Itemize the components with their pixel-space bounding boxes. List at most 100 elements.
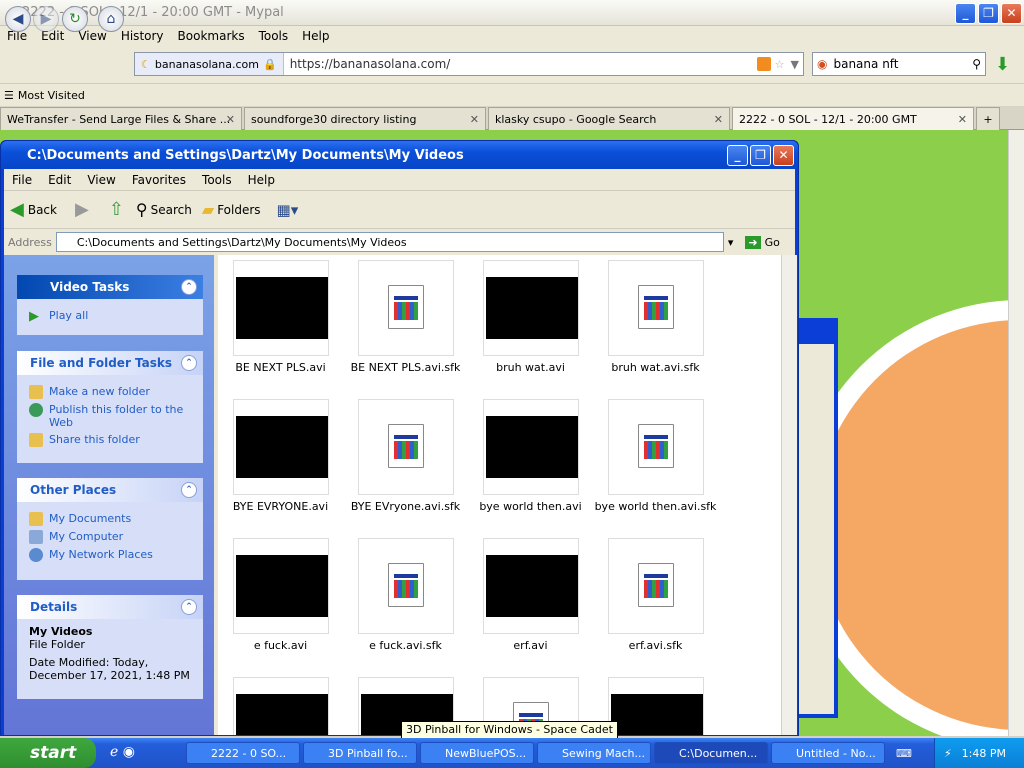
publish-folder-link[interactable]: Publish this folder to the Web	[29, 403, 193, 429]
bookmark-star-icon[interactable]: ☆	[775, 58, 785, 71]
background-window[interactable]	[793, 318, 838, 718]
my-documents-link[interactable]: My Documents	[29, 512, 193, 526]
menu-help[interactable]: Help	[295, 29, 336, 43]
folders-button[interactable]: ▰ Folders	[202, 200, 261, 219]
make-new-folder-link[interactable]: Make a new folder	[29, 385, 193, 399]
file-name: bruh wat.avi	[496, 361, 565, 374]
file-item[interactable]: bye world then.avi.sfk	[593, 394, 718, 524]
network-icon	[29, 548, 43, 562]
file-item[interactable]: e fuck.avi	[218, 533, 343, 663]
collapse-icon[interactable]: ⌃	[181, 279, 197, 295]
download-arrow-icon[interactable]: ⬇	[995, 54, 1010, 75]
forward-arrow-icon[interactable]: ▶	[33, 6, 59, 32]
menu-edit[interactable]: Edit	[34, 29, 71, 43]
site-identity[interactable]: ☾ bananasolana.com 🔒	[135, 53, 284, 75]
url-dropdown-icon[interactable]: ▼	[791, 58, 799, 71]
collapse-icon[interactable]: ⌃	[181, 599, 197, 615]
file-item[interactable]: BYE EVryone.avi.sfk	[343, 394, 468, 524]
search-box[interactable]: ◉ banana nft ⚲	[812, 52, 986, 76]
explorer-menu-tools[interactable]: Tools	[194, 173, 240, 187]
tray-network-icon[interactable]: ⚡	[944, 747, 952, 760]
other-places-header[interactable]: Other Places ⌃	[17, 478, 203, 502]
search-input[interactable]: banana nft	[833, 57, 966, 71]
explorer-menu-help[interactable]: Help	[240, 173, 283, 187]
share-folder-link[interactable]: Share this folder	[29, 433, 193, 447]
browser-menu-bar: File Edit View History Bookmarks Tools H…	[0, 26, 1024, 46]
taskbar-button-newblue[interactable]: NewBluePOS...	[420, 742, 534, 764]
close-tab-icon[interactable]: ✕	[226, 113, 235, 126]
file-item[interactable]: BE NEXT PLS.avi.sfk	[343, 255, 468, 385]
most-visited-link[interactable]: Most Visited	[18, 89, 85, 102]
explorer-menu-edit[interactable]: Edit	[40, 173, 79, 187]
menu-tools[interactable]: Tools	[252, 29, 296, 43]
go-button[interactable]: ➜ Go	[745, 235, 780, 249]
explorer-maximize-button[interactable]: ❐	[750, 145, 771, 166]
views-icon[interactable]: ▦▾	[277, 201, 299, 219]
tooltip: 3D Pinball for Windows - Space Cadet	[401, 721, 618, 739]
close-tab-icon[interactable]: ✕	[714, 113, 723, 126]
address-dropdown-icon[interactable]: ▾	[728, 236, 734, 249]
rss-icon[interactable]	[756, 57, 771, 71]
tab-soundforge[interactable]: soundforge30 directory listing ✕	[244, 107, 486, 130]
quick-launch-ie-icon[interactable]: ℯ ◉	[110, 744, 135, 760]
up-folder-icon[interactable]: ⇧	[109, 199, 124, 220]
taskbar-button-browser[interactable]: 2222 - 0 SO...	[186, 742, 300, 764]
file-item[interactable]: e fuck.avi.sfk	[343, 533, 468, 663]
panel-title: File and Folder Tasks	[30, 356, 173, 370]
explorer-close-button[interactable]: ✕	[773, 145, 794, 166]
page-scrollbar[interactable]	[1008, 130, 1024, 736]
file-item[interactable]: bruh wat.avi	[468, 255, 593, 385]
taskbar-button-notepad[interactable]: Untitled - No...	[771, 742, 885, 764]
file-item[interactable]: BYE EVRYONE.avi	[218, 394, 343, 524]
file-item[interactable]: BE NEXT PLS.avi	[218, 255, 343, 385]
search-button[interactable]: ⚲ Search	[136, 200, 192, 219]
file-list-scrollbar[interactable]	[781, 255, 797, 735]
play-all-link[interactable]: ▶ Play all	[29, 309, 193, 324]
back-arrow-icon[interactable]: ◀	[5, 6, 31, 32]
taskbar-button-pinball[interactable]: 3D Pinball fo...	[303, 742, 417, 764]
url-bar[interactable]: ☾ bananasolana.com 🔒 https://bananasolan…	[134, 52, 804, 76]
explorer-minimize-button[interactable]: _	[727, 145, 748, 166]
collapse-icon[interactable]: ⌃	[181, 482, 197, 498]
file-folder-tasks-panel: File and Folder Tasks ⌃ Make a new folder…	[17, 351, 203, 463]
address-input[interactable]: C:\Documents and Settings\Dartz\My Docum…	[55, 232, 724, 252]
explorer-menu-file[interactable]: File	[4, 173, 40, 187]
collapse-icon[interactable]: ⌃	[181, 355, 197, 371]
file-item[interactable]: erf.avi.sfk	[593, 533, 718, 663]
file-item[interactable]: erf.avi	[468, 533, 593, 663]
file-item[interactable]: bye world then.avi	[468, 394, 593, 524]
search-icon[interactable]: ⚲	[972, 57, 981, 71]
video-tasks-header[interactable]: Video Tasks ⌃	[17, 275, 203, 299]
taskbar-button-explorer[interactable]: C:\Documen...	[654, 742, 768, 764]
new-tab-button[interactable]: +	[976, 107, 1000, 130]
minimize-button[interactable]: _	[955, 3, 976, 24]
clock[interactable]: 1:48 PM	[962, 747, 1006, 760]
forward-icon[interactable]: ▶	[75, 199, 89, 220]
my-network-places-link[interactable]: My Network Places	[29, 548, 193, 562]
home-icon[interactable]: ⌂	[98, 6, 124, 32]
close-tab-icon[interactable]: ✕	[958, 113, 967, 126]
maximize-button[interactable]: ❐	[978, 3, 999, 24]
explorer-menu-favorites[interactable]: Favorites	[124, 173, 194, 187]
file-folder-tasks-header[interactable]: File and Folder Tasks ⌃	[17, 351, 203, 375]
reload-icon[interactable]: ↻	[62, 6, 88, 32]
file-item[interactable]: bruh wat.avi.sfk	[593, 255, 718, 385]
close-button[interactable]: ✕	[1001, 3, 1022, 24]
explorer-menu-view[interactable]: View	[79, 173, 123, 187]
file-item[interactable]	[218, 672, 343, 735]
tab-wetransfer[interactable]: WeTransfer - Send Large Files & Share ..…	[0, 107, 242, 130]
search-engine-icon[interactable]: ◉	[817, 57, 827, 71]
menu-bookmarks[interactable]: Bookmarks	[171, 29, 252, 43]
details-header[interactable]: Details ⌃	[17, 595, 203, 619]
tab-google-search[interactable]: klasky csupo - Google Search ✕	[488, 107, 730, 130]
link-label: Publish this folder to the Web	[49, 403, 184, 429]
start-button[interactable]: start	[0, 738, 96, 768]
menu-history[interactable]: History	[114, 29, 171, 43]
url-text[interactable]: https://bananasolana.com/	[284, 57, 757, 71]
keyboard-icon[interactable]: ⌨	[896, 747, 912, 760]
back-button[interactable]: ◀ Back	[10, 199, 57, 220]
my-computer-link[interactable]: My Computer	[29, 530, 193, 544]
taskbar-button-sewing[interactable]: Sewing Mach...	[537, 742, 651, 764]
tab-active-page[interactable]: 2222 - 0 SOL - 12/1 - 20:00 GMT ✕	[732, 107, 974, 130]
close-tab-icon[interactable]: ✕	[470, 113, 479, 126]
